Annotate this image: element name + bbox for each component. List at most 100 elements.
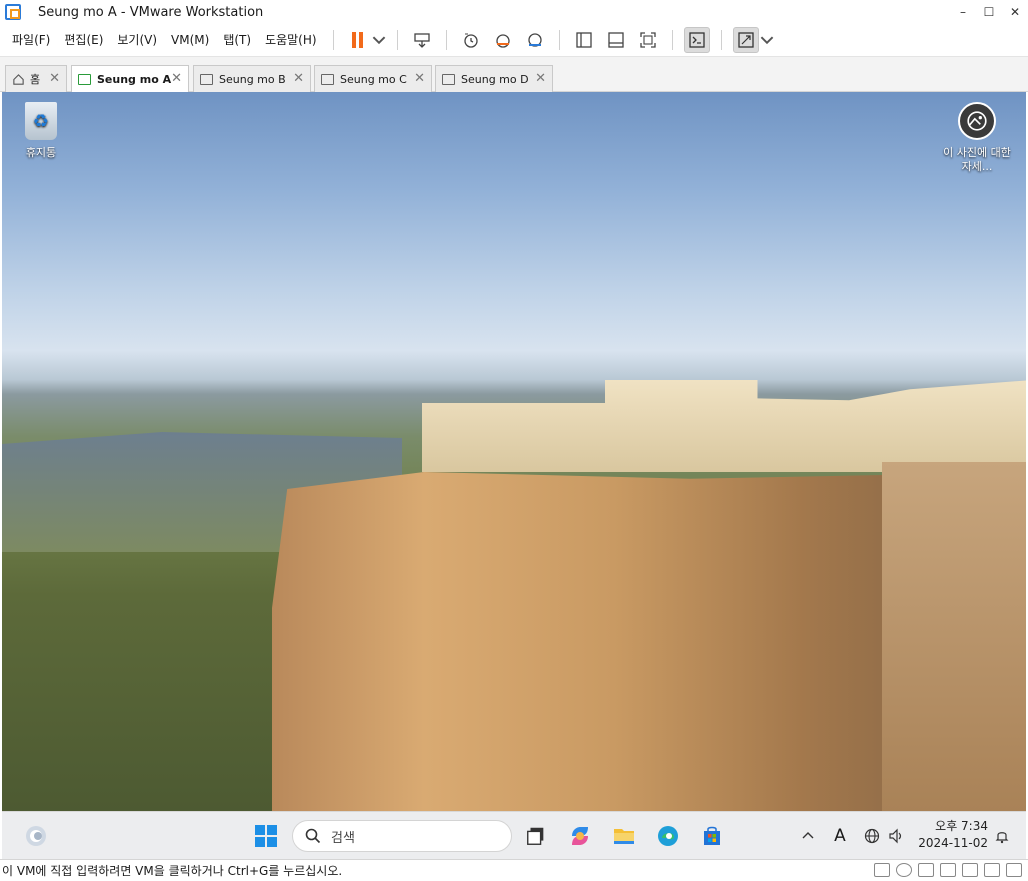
speaker-icon [889, 828, 902, 844]
vmware-logo-icon [5, 4, 21, 20]
unity-view-icon [737, 32, 754, 48]
search-icon [305, 828, 321, 844]
globe-icon [864, 828, 880, 844]
window-title: Seung mo A - VMware Workstation [38, 4, 264, 20]
tab-home[interactable]: 홈 ✕ [5, 65, 67, 92]
display-icon[interactable] [984, 863, 1000, 877]
tab-bar: 홈 ✕ Seung mo A ✕ Seung mo B ✕ Seung mo C… [0, 57, 1028, 93]
full-screen-icon [639, 32, 656, 48]
chevron-up-icon [802, 832, 814, 839]
snapshot-revert-button[interactable] [490, 27, 516, 53]
console-view-icon [688, 32, 705, 48]
device-status-icons [874, 863, 1022, 877]
recycle-bin-label: 휴지통 [25, 146, 57, 159]
guest-taskbar: 검색 A 오후 7:34 2024-11-02 [2, 811, 1026, 859]
camera-icon [958, 102, 996, 140]
status-bar: 이 VM에 직접 입력하려면 VM을 클릭하거나 Ctrl+G를 누르십시오. [0, 859, 1028, 881]
menu-view[interactable]: 보기(V) [111, 24, 163, 57]
copilot-button[interactable] [566, 822, 594, 850]
maximize-button[interactable]: ☐ [976, 0, 1002, 24]
window-controls: – ☐ ✕ [950, 0, 1028, 24]
folder-icon [614, 829, 634, 844]
chevron-down-icon [372, 36, 385, 45]
vm-icon [442, 73, 455, 85]
vm-running-icon [78, 74, 91, 85]
menu-file[interactable]: 파일(F) [6, 24, 56, 57]
unity-view-button[interactable] [732, 27, 759, 53]
power-dropdown[interactable] [372, 27, 386, 53]
close-icon[interactable]: ✕ [414, 71, 425, 86]
tab-seung-mo-c[interactable]: Seung mo C ✕ [314, 65, 432, 92]
vm-console-desktop[interactable]: ♻ 휴지통 이 사진에 대한 자세... [2, 92, 1026, 811]
menu-bar: 파일(F) 편집(E) 보기(V) VM(M) 탭(T) 도움말(H) [0, 24, 1028, 57]
close-icon[interactable]: ✕ [171, 71, 182, 86]
tab-seung-mo-a[interactable]: Seung mo A ✕ [71, 65, 189, 93]
menu-tabs[interactable]: 탭(T) [217, 24, 257, 57]
send-ctrl-alt-del-button[interactable] [409, 27, 435, 53]
menu-vm[interactable]: VM(M) [165, 24, 215, 57]
snapshot-take-button[interactable] [458, 27, 484, 53]
network-adapter-icon[interactable] [918, 863, 934, 877]
recycle-bin-icon: ♻ [25, 102, 57, 140]
file-explorer-button[interactable] [610, 822, 638, 850]
tab-seung-mo-b[interactable]: Seung mo B ✕ [193, 65, 311, 92]
title-bar: Seung mo A - VMware Workstation – ☐ ✕ [0, 0, 1028, 24]
close-icon[interactable]: ✕ [535, 71, 546, 86]
task-view-button[interactable] [522, 822, 550, 850]
close-icon[interactable]: ✕ [49, 71, 60, 86]
menu-help[interactable]: 도움말(H) [259, 24, 323, 57]
thumbnail-bar-icon [607, 32, 624, 48]
snapshot-manager-button[interactable] [522, 27, 548, 53]
widgets-button[interactable] [22, 822, 50, 850]
view-dropdown[interactable] [760, 27, 774, 53]
tab-seung-mo-d[interactable]: Seung mo D ✕ [435, 65, 553, 92]
edge-browser-button[interactable] [654, 822, 682, 850]
menu-edit[interactable]: 편집(E) [58, 24, 109, 57]
close-button[interactable]: ✕ [1002, 0, 1028, 24]
microsoft-store-button[interactable] [698, 822, 726, 850]
photo-info-desktop-icon[interactable]: 이 사진에 대한 자세... [936, 102, 1018, 174]
tab-label: Seung mo D [461, 72, 529, 86]
pause-button[interactable] [345, 27, 371, 53]
console-view-button[interactable] [683, 27, 710, 53]
volume-button[interactable] [882, 822, 910, 850]
task-view-icon [527, 827, 544, 845]
edge-browser-icon [658, 826, 678, 846]
message-log-icon[interactable] [1006, 863, 1022, 877]
sound-card-icon[interactable] [962, 863, 978, 877]
chevron-down-icon [760, 36, 773, 45]
taskbar-search-box[interactable]: 검색 [292, 820, 512, 852]
show-hidden-icons-button[interactable] [794, 822, 822, 850]
full-screen-button[interactable] [635, 27, 661, 53]
tab-label: Seung mo C [340, 72, 407, 86]
widgets-icon [26, 826, 46, 846]
tab-label: 홈 [30, 73, 41, 86]
input-method-indicator[interactable]: A [826, 822, 854, 850]
pause-icon [352, 32, 364, 48]
toolbar-separator [332, 30, 334, 50]
close-icon[interactable]: ✕ [293, 71, 304, 86]
usb-icon[interactable] [940, 863, 956, 877]
vm-icon [321, 73, 334, 85]
store-icon [704, 826, 720, 845]
library-panel-icon [575, 32, 592, 48]
tab-label: Seung mo A [97, 73, 172, 86]
hard-disk-icon[interactable] [874, 863, 890, 877]
clock-date: 2024-11-02 [918, 836, 988, 850]
copilot-icon [572, 827, 588, 845]
start-button[interactable] [252, 822, 280, 850]
show-library-button[interactable] [571, 27, 597, 53]
send-keys-icon [413, 33, 430, 48]
thumbnail-bar-button[interactable] [603, 27, 629, 53]
snapshot-revert-icon [495, 34, 510, 48]
minimize-button[interactable]: – [950, 0, 976, 24]
recycle-bin-desktop-icon[interactable]: ♻ 휴지통 [16, 102, 66, 160]
search-placeholder: 검색 [331, 830, 355, 846]
clock-time: 오후 7:34 [935, 819, 988, 833]
taskbar-clock[interactable]: 오후 7:34 2024-11-02 [916, 818, 988, 852]
vm-icon [200, 73, 213, 85]
home-icon [13, 73, 24, 85]
notification-bell-icon [995, 832, 1009, 844]
notification-button[interactable] [988, 822, 1016, 850]
cd-dvd-icon[interactable] [896, 863, 912, 877]
